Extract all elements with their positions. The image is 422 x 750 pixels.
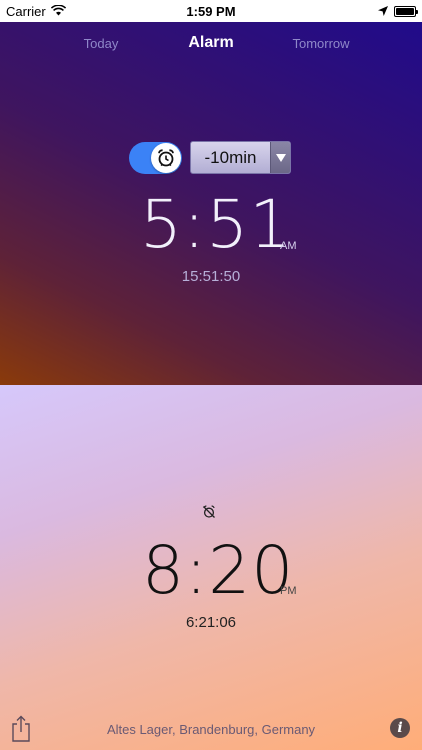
footer: Altes Lager, Brandenburg, Germany i — [0, 710, 422, 750]
carrier-label: Carrier — [6, 3, 46, 19]
chevron-down-icon — [270, 142, 290, 173]
sunset-ampm: PM — [280, 585, 297, 597]
alarm-clock-icon — [151, 142, 181, 173]
alarm-off-icon — [202, 505, 216, 524]
offset-dropdown[interactable]: -10min — [190, 141, 291, 174]
day-tabs: Today Alarm Tomorrow — [0, 34, 422, 60]
status-bar: Carrier 1:59 PM — [0, 0, 422, 22]
alarm-time: 5:51 — [140, 186, 293, 263]
tab-tomorrow[interactable]: Tomorrow — [292, 36, 349, 51]
sunset-panel: 8:20 PM 6:21:06 Altes Lager, Brandenburg… — [0, 385, 422, 750]
sunset-time: 8:20 — [142, 532, 295, 609]
location-label: Altes Lager, Brandenburg, Germany — [106, 722, 316, 737]
info-icon[interactable]: i — [390, 718, 410, 738]
alarm-toggle[interactable] — [129, 141, 182, 174]
wifi-icon — [50, 3, 66, 19]
battery-icon — [394, 5, 418, 17]
tab-today[interactable]: Today — [84, 36, 119, 51]
alarm-panel: Carrier 1:59 PM Today Alarm Tomorrow -10… — [0, 0, 422, 385]
tab-alarm[interactable]: Alarm — [188, 34, 233, 52]
offset-value: -10min — [204, 147, 257, 167]
sunset-subtime: 6:21:06 — [185, 614, 237, 631]
status-left: Carrier — [6, 4, 66, 19]
location-arrow-icon — [378, 4, 388, 19]
alarm-ampm: AM — [280, 240, 297, 252]
alarm-controls: -10min — [129, 141, 291, 174]
status-right — [378, 4, 418, 19]
alarm-subtime: 15:51:50 — [181, 268, 241, 285]
